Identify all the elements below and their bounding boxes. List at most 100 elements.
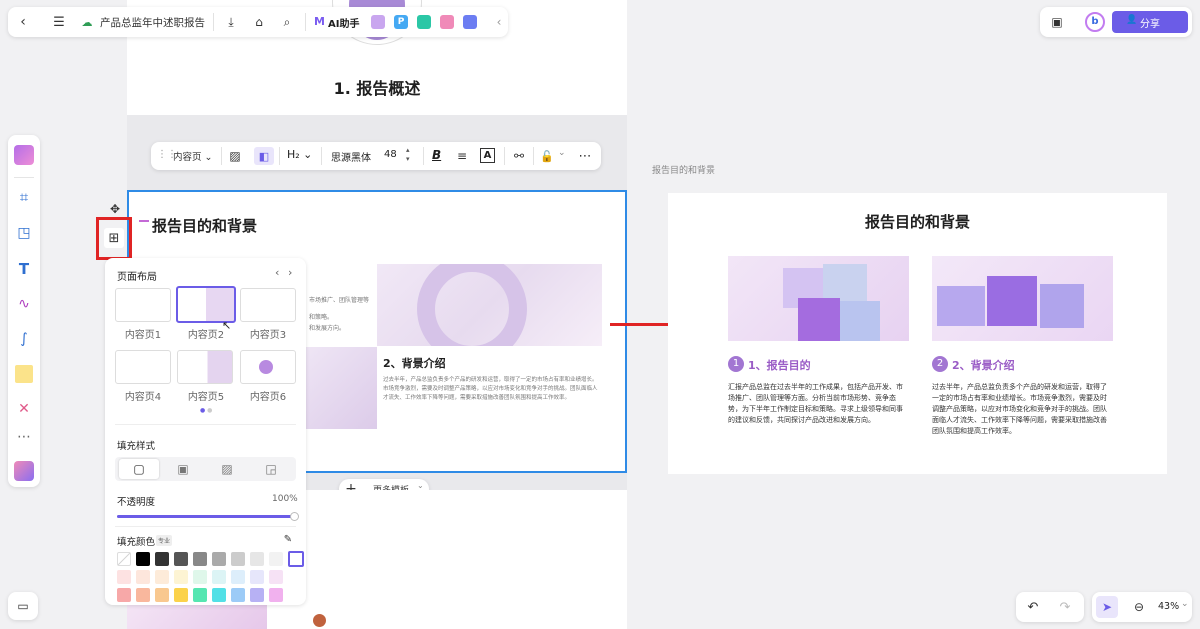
- more-tools-icon[interactable]: ⋯: [14, 427, 34, 447]
- layout-thumb-3[interactable]: [240, 288, 296, 322]
- next-page-icon[interactable]: ›: [288, 266, 292, 279]
- zoom-level[interactable]: 43%: [1158, 601, 1179, 612]
- menu-icon[interactable]: ☰: [50, 13, 68, 31]
- layout-thumb-5[interactable]: [177, 350, 233, 384]
- frame-icon[interactable]: ⌗: [14, 187, 34, 207]
- image-tool-icon[interactable]: [371, 15, 385, 29]
- layout-toggle-icon[interactable]: ◧: [254, 147, 274, 165]
- color-swatch[interactable]: [136, 588, 150, 602]
- flowchart-tool-icon[interactable]: [440, 15, 454, 29]
- preview-slide[interactable]: 报告目的和背景 1 1、报告目的 汇报产品总监在过去半年的工作成果，包括产品开发…: [668, 193, 1167, 474]
- color-swatch[interactable]: [136, 552, 150, 566]
- more-options-icon[interactable]: ⋯: [576, 148, 594, 164]
- page-type-select[interactable]: 内容页 ⌄: [173, 149, 213, 163]
- share-button[interactable]: 👤 分享: [1112, 11, 1188, 33]
- lock-chevron-icon[interactable]: ⌄: [558, 148, 566, 158]
- color-swatch[interactable]: [193, 570, 207, 584]
- preview-caption: 报告目的和背景: [652, 166, 716, 176]
- fill-color-label: 填充颜色: [117, 537, 156, 548]
- color-swatch[interactable]: [174, 570, 188, 584]
- eyedropper-icon[interactable]: ✎: [281, 532, 295, 546]
- color-swatch[interactable]: [117, 570, 131, 584]
- lock-icon[interactable]: 🔓: [539, 148, 555, 164]
- color-swatch[interactable]: [288, 551, 304, 567]
- text-icon[interactable]: T: [14, 259, 34, 279]
- layout-thumb-4[interactable]: [115, 350, 171, 384]
- avatar[interactable]: b: [1085, 12, 1105, 32]
- ppt-tool-icon[interactable]: P: [394, 15, 408, 29]
- opacity-slider-handle[interactable]: [290, 512, 299, 521]
- text-color-button[interactable]: A: [480, 148, 495, 163]
- color-swatch[interactable]: [193, 552, 207, 566]
- mindmap-icon[interactable]: ✕: [14, 399, 34, 419]
- layout-thumb-6[interactable]: [240, 350, 296, 384]
- fill-style-image[interactable]: ◲: [251, 459, 291, 479]
- search-icon[interactable]: ⌕: [278, 13, 296, 31]
- doc-title[interactable]: 产品总监年中述职报告: [100, 15, 205, 30]
- fill-style-none[interactable]: ▢: [119, 459, 159, 479]
- color-swatch-transparent[interactable]: [117, 552, 131, 566]
- layout-grid-icon[interactable]: ⊞: [104, 228, 124, 248]
- color-swatch[interactable]: [155, 552, 169, 566]
- shape-icon[interactable]: ◳: [14, 223, 34, 243]
- color-swatch[interactable]: [250, 552, 264, 566]
- download-icon[interactable]: ⤓: [222, 13, 240, 31]
- back-icon[interactable]: ‹: [14, 13, 32, 31]
- template-icon[interactable]: [14, 145, 34, 165]
- font-size-input[interactable]: 48: [384, 149, 397, 160]
- color-swatch[interactable]: [155, 570, 169, 584]
- color-swatch[interactable]: [269, 552, 283, 566]
- color-swatch[interactable]: [117, 588, 131, 602]
- fill-style-hatch[interactable]: ▨: [207, 459, 247, 479]
- layout-thumb-1[interactable]: [115, 288, 171, 322]
- opacity-slider[interactable]: [117, 512, 299, 521]
- zoom-out-icon[interactable]: ⊖: [1130, 598, 1148, 616]
- align-icon[interactable]: ≡: [454, 148, 470, 164]
- color-swatch[interactable]: [269, 570, 283, 584]
- briefcase-icon[interactable]: ▣: [1048, 13, 1066, 31]
- tag-icon[interactable]: ⌂: [250, 13, 268, 31]
- connector-icon[interactable]: ∫: [14, 329, 34, 349]
- mindmap-tool-icon[interactable]: [417, 15, 431, 29]
- zoom-controls: ➤ ⊖ 43% ⌄: [1092, 592, 1192, 622]
- minimap-button[interactable]: ▭: [8, 592, 38, 620]
- zoom-chevron-icon[interactable]: ⌄: [1181, 599, 1189, 609]
- color-swatch[interactable]: [231, 552, 245, 566]
- bold-button[interactable]: B: [432, 148, 441, 162]
- fill-pattern-icon[interactable]: ▨: [227, 148, 243, 164]
- collapse-icon[interactable]: ‹: [492, 13, 506, 31]
- chat-tool-icon[interactable]: [463, 15, 477, 29]
- font-size-stepper-icon[interactable]: ▴ ▾: [406, 146, 410, 164]
- color-swatch[interactable]: [250, 588, 264, 602]
- pointer-icon[interactable]: ➤: [1096, 596, 1118, 618]
- font-family-select[interactable]: 思源黑体: [331, 149, 371, 164]
- undo-icon[interactable]: ↶: [1024, 598, 1042, 616]
- plugin-icon[interactable]: [14, 461, 34, 481]
- color-swatch[interactable]: [212, 552, 226, 566]
- redo-icon[interactable]: ↷: [1056, 598, 1074, 616]
- sticky-note-icon[interactable]: [15, 365, 33, 383]
- move-handle-icon[interactable]: ✥: [106, 200, 124, 218]
- color-swatch[interactable]: [250, 570, 264, 584]
- pen-icon[interactable]: ∿: [14, 294, 34, 314]
- ai-assistant-button[interactable]: M AI助手: [314, 14, 366, 30]
- fill-style-solid[interactable]: ▣: [163, 459, 203, 479]
- color-swatch[interactable]: [193, 588, 207, 602]
- color-swatch[interactable]: [269, 588, 283, 602]
- color-swatch[interactable]: [231, 588, 245, 602]
- color-swatch[interactable]: [136, 570, 150, 584]
- page-dots[interactable]: ● ●: [200, 407, 212, 414]
- heading-select[interactable]: H₂ ⌄: [287, 148, 312, 161]
- prev-page-icon[interactable]: ‹: [275, 266, 279, 279]
- link-icon[interactable]: ⚯: [511, 148, 527, 164]
- color-swatch[interactable]: [212, 570, 226, 584]
- color-swatch[interactable]: [212, 588, 226, 602]
- layout-thumb-2[interactable]: [176, 286, 236, 323]
- color-swatch[interactable]: [174, 552, 188, 566]
- preview-col1-title: 1、报告目的: [748, 359, 811, 372]
- comment-icon[interactable]: [313, 614, 326, 627]
- color-swatch[interactable]: [231, 570, 245, 584]
- color-swatch[interactable]: [174, 588, 188, 602]
- color-swatch[interactable]: [155, 588, 169, 602]
- layout-label-3: 内容页3: [249, 330, 287, 341]
